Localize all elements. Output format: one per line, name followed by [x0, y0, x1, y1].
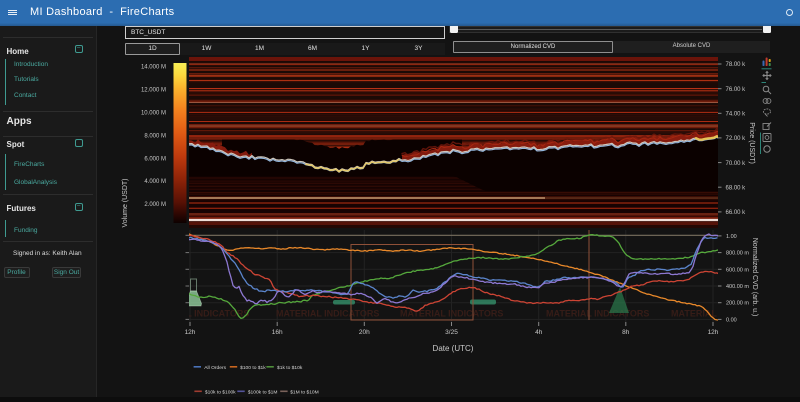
svg-text:MATERIAL INDICATORS: MATERIAL INDICATORS [146, 309, 249, 319]
svg-text:0.00: 0.00 [726, 317, 737, 323]
svg-text:72.00 k: 72.00 k [726, 136, 747, 142]
svg-text:$1k to $10k: $1k to $10k [277, 365, 303, 371]
svg-text:2.000 M: 2.000 M [144, 202, 166, 208]
svg-text:78.00 k: 78.00 k [726, 62, 747, 68]
svg-text:74.00 k: 74.00 k [726, 112, 747, 118]
svg-text:Price (USDT): Price (USDT) [748, 122, 755, 164]
svg-text:16h: 16h [272, 329, 283, 336]
svg-text:70.00 k: 70.00 k [726, 161, 747, 167]
svg-text:20h: 20h [359, 329, 370, 336]
svg-text:Date (UTC): Date (UTC) [433, 344, 474, 353]
svg-text:6.000 M: 6.000 M [144, 156, 166, 162]
svg-text:$100k to $1M: $100k to $1M [248, 389, 278, 395]
svg-text:Volume (USDT): Volume (USDT) [122, 178, 129, 227]
svg-text:400.00 m: 400.00 m [726, 284, 749, 290]
svg-text:10.000 M: 10.000 M [141, 111, 166, 117]
svg-text:$10k to $100k: $10k to $100k [205, 389, 236, 395]
svg-text:68.00 k: 68.00 k [726, 185, 747, 191]
svg-text:200.00 m: 200.00 m [726, 301, 749, 307]
svg-text:600.00 m: 600.00 m [726, 267, 749, 273]
svg-text:8h: 8h [622, 329, 630, 336]
svg-text:12.000 M: 12.000 M [141, 88, 166, 94]
svg-text:12h: 12h [708, 329, 719, 336]
svg-text:12h: 12h [185, 329, 196, 336]
svg-text:800.00 m: 800.00 m [726, 251, 749, 257]
svg-text:All Orders: All Orders [204, 365, 226, 371]
svg-text:MATERIAL INDICATORS: MATERIAL INDICATORS [546, 309, 649, 319]
svg-text:14.000 M: 14.000 M [141, 65, 166, 71]
svg-text:3/25: 3/25 [445, 329, 458, 336]
svg-text:$100 to $1k: $100 to $1k [240, 365, 266, 371]
svg-text:4.000 M: 4.000 M [144, 179, 166, 185]
svg-text:8.000 M: 8.000 M [144, 133, 166, 139]
svg-text:$1M to $10M: $1M to $10M [290, 389, 319, 395]
svg-text:MATERIAL INDICATORS: MATERIAL INDICATORS [276, 309, 379, 319]
svg-text:4h: 4h [535, 329, 543, 336]
svg-text:1.00: 1.00 [726, 234, 737, 240]
svg-text:MATERIAL INDICATORS: MATERIAL INDICATORS [400, 309, 503, 319]
svg-text:76.00 k: 76.00 k [726, 87, 747, 93]
svg-text:Normalized CVD (arb. u.): Normalized CVD (arb. u.) [751, 238, 758, 317]
svg-text:66.00 k: 66.00 k [726, 210, 747, 216]
